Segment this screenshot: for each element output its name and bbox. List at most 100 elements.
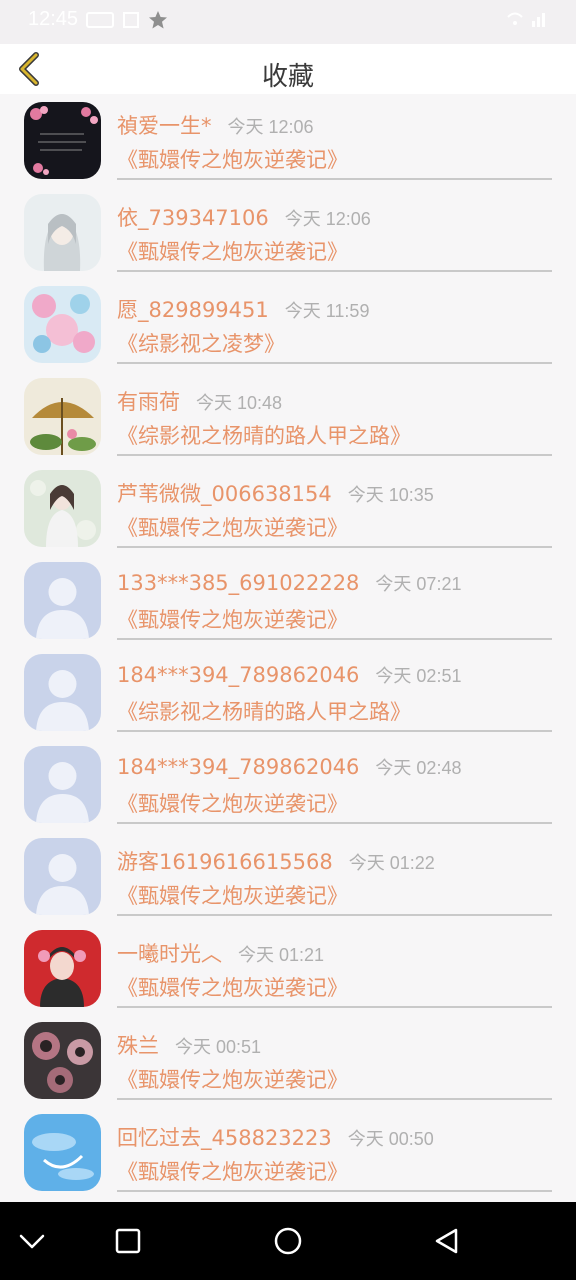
item-time: 今天 11:59 bbox=[284, 301, 370, 321]
collapse-icon bbox=[19, 1234, 45, 1249]
favorites-list[interactable]: 禎爱一生* 今天 12:06 《甄嬛传之炮灰逆袭记》 依_739347106 今天 … bbox=[0, 94, 576, 1202]
app-header: 收藏 bbox=[0, 44, 576, 94]
item-time: 今天 00:50 bbox=[347, 1129, 434, 1149]
divider bbox=[117, 730, 552, 732]
user-name: 一曦时光︿ bbox=[117, 942, 222, 966]
list-item[interactable]: 一曦时光︿ 今天 01:21 《甄嬛传之炮灰逆袭记》 bbox=[0, 922, 576, 1014]
avatar[interactable] bbox=[24, 194, 101, 271]
list-item[interactable]: 游客1619616615568 今天 01:22 《甄嬛传之炮灰逆袭记》 bbox=[0, 830, 576, 922]
book-title[interactable]: 《甄嬛传之炮灰逆袭记》 bbox=[117, 788, 348, 818]
list-item[interactable]: 有雨荷 今天 10:48 《综影视之杨晴的路人甲之路》 bbox=[0, 370, 576, 462]
user-name: 依_739347106 bbox=[117, 206, 269, 230]
avatar[interactable] bbox=[24, 286, 101, 363]
item-time: 今天 10:48 bbox=[196, 393, 283, 413]
book-title[interactable]: 《甄嬛传之炮灰逆袭记》 bbox=[117, 1156, 348, 1186]
list-item[interactable]: 殊兰 今天 00:51 《甄嬛传之炮灰逆袭记》 bbox=[0, 1014, 576, 1106]
star-icon bbox=[148, 10, 168, 34]
divider bbox=[117, 1098, 552, 1100]
avatar[interactable] bbox=[24, 378, 101, 455]
recent-apps-button[interactable] bbox=[108, 1221, 148, 1261]
book-title[interactable]: 《综影视之杨晴的路人甲之路》 bbox=[117, 696, 411, 726]
user-name: 殊兰 bbox=[117, 1034, 159, 1058]
divider bbox=[117, 546, 552, 548]
item-name: 依_739347106 今天 12:06 bbox=[117, 202, 371, 232]
book-title[interactable]: 《甄嬛传之炮灰逆袭记》 bbox=[117, 972, 348, 1002]
status-icons-right bbox=[506, 10, 550, 32]
user-name: 愿_829899451 bbox=[117, 298, 269, 322]
back-icon bbox=[435, 1228, 458, 1254]
avatar[interactable] bbox=[24, 470, 101, 547]
user-name: 回忆过去_458823223 bbox=[117, 1126, 332, 1150]
divider bbox=[117, 454, 552, 456]
avatar[interactable] bbox=[24, 746, 101, 823]
item-time: 今天 02:48 bbox=[375, 758, 462, 778]
item-time: 今天 00:51 bbox=[175, 1037, 262, 1057]
divider bbox=[117, 1006, 552, 1008]
avatar[interactable] bbox=[24, 1022, 101, 1099]
item-time: 今天 01:22 bbox=[348, 853, 435, 873]
avatar[interactable] bbox=[24, 838, 101, 915]
item-name: 184***394_789862046 今天 02:51 bbox=[117, 662, 461, 688]
default-user-icon bbox=[24, 562, 101, 639]
item-name: 殊兰 今天 00:51 bbox=[117, 1030, 261, 1060]
page-title: 收藏 bbox=[261, 62, 314, 92]
item-time: 今天 12:06 bbox=[227, 117, 314, 137]
item-time: 今天 12:06 bbox=[284, 209, 371, 229]
home-icon bbox=[274, 1227, 302, 1255]
book-title[interactable]: 《甄嬛传之炮灰逆袭记》 bbox=[117, 604, 348, 634]
book-title[interactable]: 《甄嬛传之炮灰逆袭记》 bbox=[117, 880, 348, 910]
list-item[interactable]: 依_739347106 今天 12:06 《甄嬛传之炮灰逆袭记》 bbox=[0, 186, 576, 278]
item-name: 一曦时光︿ 今天 01:21 bbox=[117, 938, 324, 968]
status-time: 12:45 bbox=[28, 8, 79, 30]
list-item[interactable]: 184***394_789862046 今天 02:48 《甄嬛传之炮灰逆袭记》 bbox=[0, 738, 576, 830]
system-nav-bar bbox=[0, 1202, 576, 1280]
item-name: 游客1619616615568 今天 01:22 bbox=[117, 846, 435, 876]
default-user-icon bbox=[24, 746, 101, 823]
item-name: 愿_829899451 今天 11:59 bbox=[117, 294, 369, 324]
list-item[interactable]: 184***394_789862046 今天 02:51 《综影视之杨晴的路人甲之… bbox=[0, 646, 576, 738]
book-title[interactable]: 《甄嬛传之炮灰逆袭记》 bbox=[117, 236, 348, 266]
divider bbox=[117, 914, 552, 916]
book-title[interactable]: 《甄嬛传之炮灰逆袭记》 bbox=[117, 1064, 348, 1094]
item-name: 184***394_789862046 今天 02:48 bbox=[117, 754, 461, 780]
item-time: 今天 10:35 bbox=[347, 485, 434, 505]
item-name: 禎爱一生* 今天 12:06 bbox=[117, 110, 314, 140]
divider bbox=[117, 638, 552, 640]
recent-apps-icon bbox=[115, 1228, 141, 1254]
avatar[interactable] bbox=[24, 1114, 101, 1191]
default-user-icon bbox=[24, 838, 101, 915]
list-item[interactable]: 回忆过去_458823223 今天 00:50 《甄嬛传之炮灰逆袭记》 bbox=[0, 1106, 576, 1198]
item-name: 芦苇微微_006638154 今天 10:35 bbox=[117, 478, 434, 508]
list-item[interactable]: 芦苇微微_006638154 今天 10:35 《甄嬛传之炮灰逆袭记》 bbox=[0, 462, 576, 554]
user-name: 芦苇微微_006638154 bbox=[117, 482, 332, 506]
user-name: 有雨荷 bbox=[117, 390, 180, 414]
avatar[interactable] bbox=[24, 102, 101, 179]
avatar[interactable] bbox=[24, 654, 101, 731]
divider bbox=[117, 270, 552, 272]
signal-icon bbox=[530, 10, 550, 32]
avatar[interactable] bbox=[24, 562, 101, 639]
user-name: 184***394_789862046 bbox=[117, 663, 360, 687]
avatar[interactable] bbox=[24, 930, 101, 1007]
user-name: 184***394_789862046 bbox=[117, 755, 360, 779]
wifi-icon bbox=[506, 10, 524, 32]
book-title[interactable]: 《甄嬛传之炮灰逆袭记》 bbox=[117, 512, 348, 542]
home-button[interactable] bbox=[268, 1221, 308, 1261]
item-name: 回忆过去_458823223 今天 00:50 bbox=[117, 1122, 434, 1152]
status-icons-left bbox=[84, 10, 168, 34]
divider bbox=[117, 362, 552, 364]
sim-card-icon bbox=[86, 11, 114, 33]
book-title[interactable]: 《综影视之杨晴的路人甲之路》 bbox=[117, 420, 411, 450]
item-time: 今天 01:21 bbox=[238, 945, 325, 965]
book-title[interactable]: 《甄嬛传之炮灰逆袭记》 bbox=[117, 144, 348, 174]
nav-back-button[interactable] bbox=[426, 1221, 466, 1261]
item-name: 133***385_691022228 今天 07:21 bbox=[117, 570, 461, 596]
status-bar: 12:45 bbox=[0, 0, 576, 44]
collapse-button[interactable] bbox=[12, 1221, 52, 1261]
screenshot-icon bbox=[122, 11, 140, 33]
list-item[interactable]: 愿_829899451 今天 11:59 《综影视之凌梦》 bbox=[0, 278, 576, 370]
item-time: 今天 02:51 bbox=[375, 666, 462, 686]
list-item[interactable]: 禎爱一生* 今天 12:06 《甄嬛传之炮灰逆袭记》 bbox=[0, 94, 576, 186]
book-title[interactable]: 《综影视之凌梦》 bbox=[117, 328, 285, 358]
list-item[interactable]: 133***385_691022228 今天 07:21 《甄嬛传之炮灰逆袭记》 bbox=[0, 554, 576, 646]
